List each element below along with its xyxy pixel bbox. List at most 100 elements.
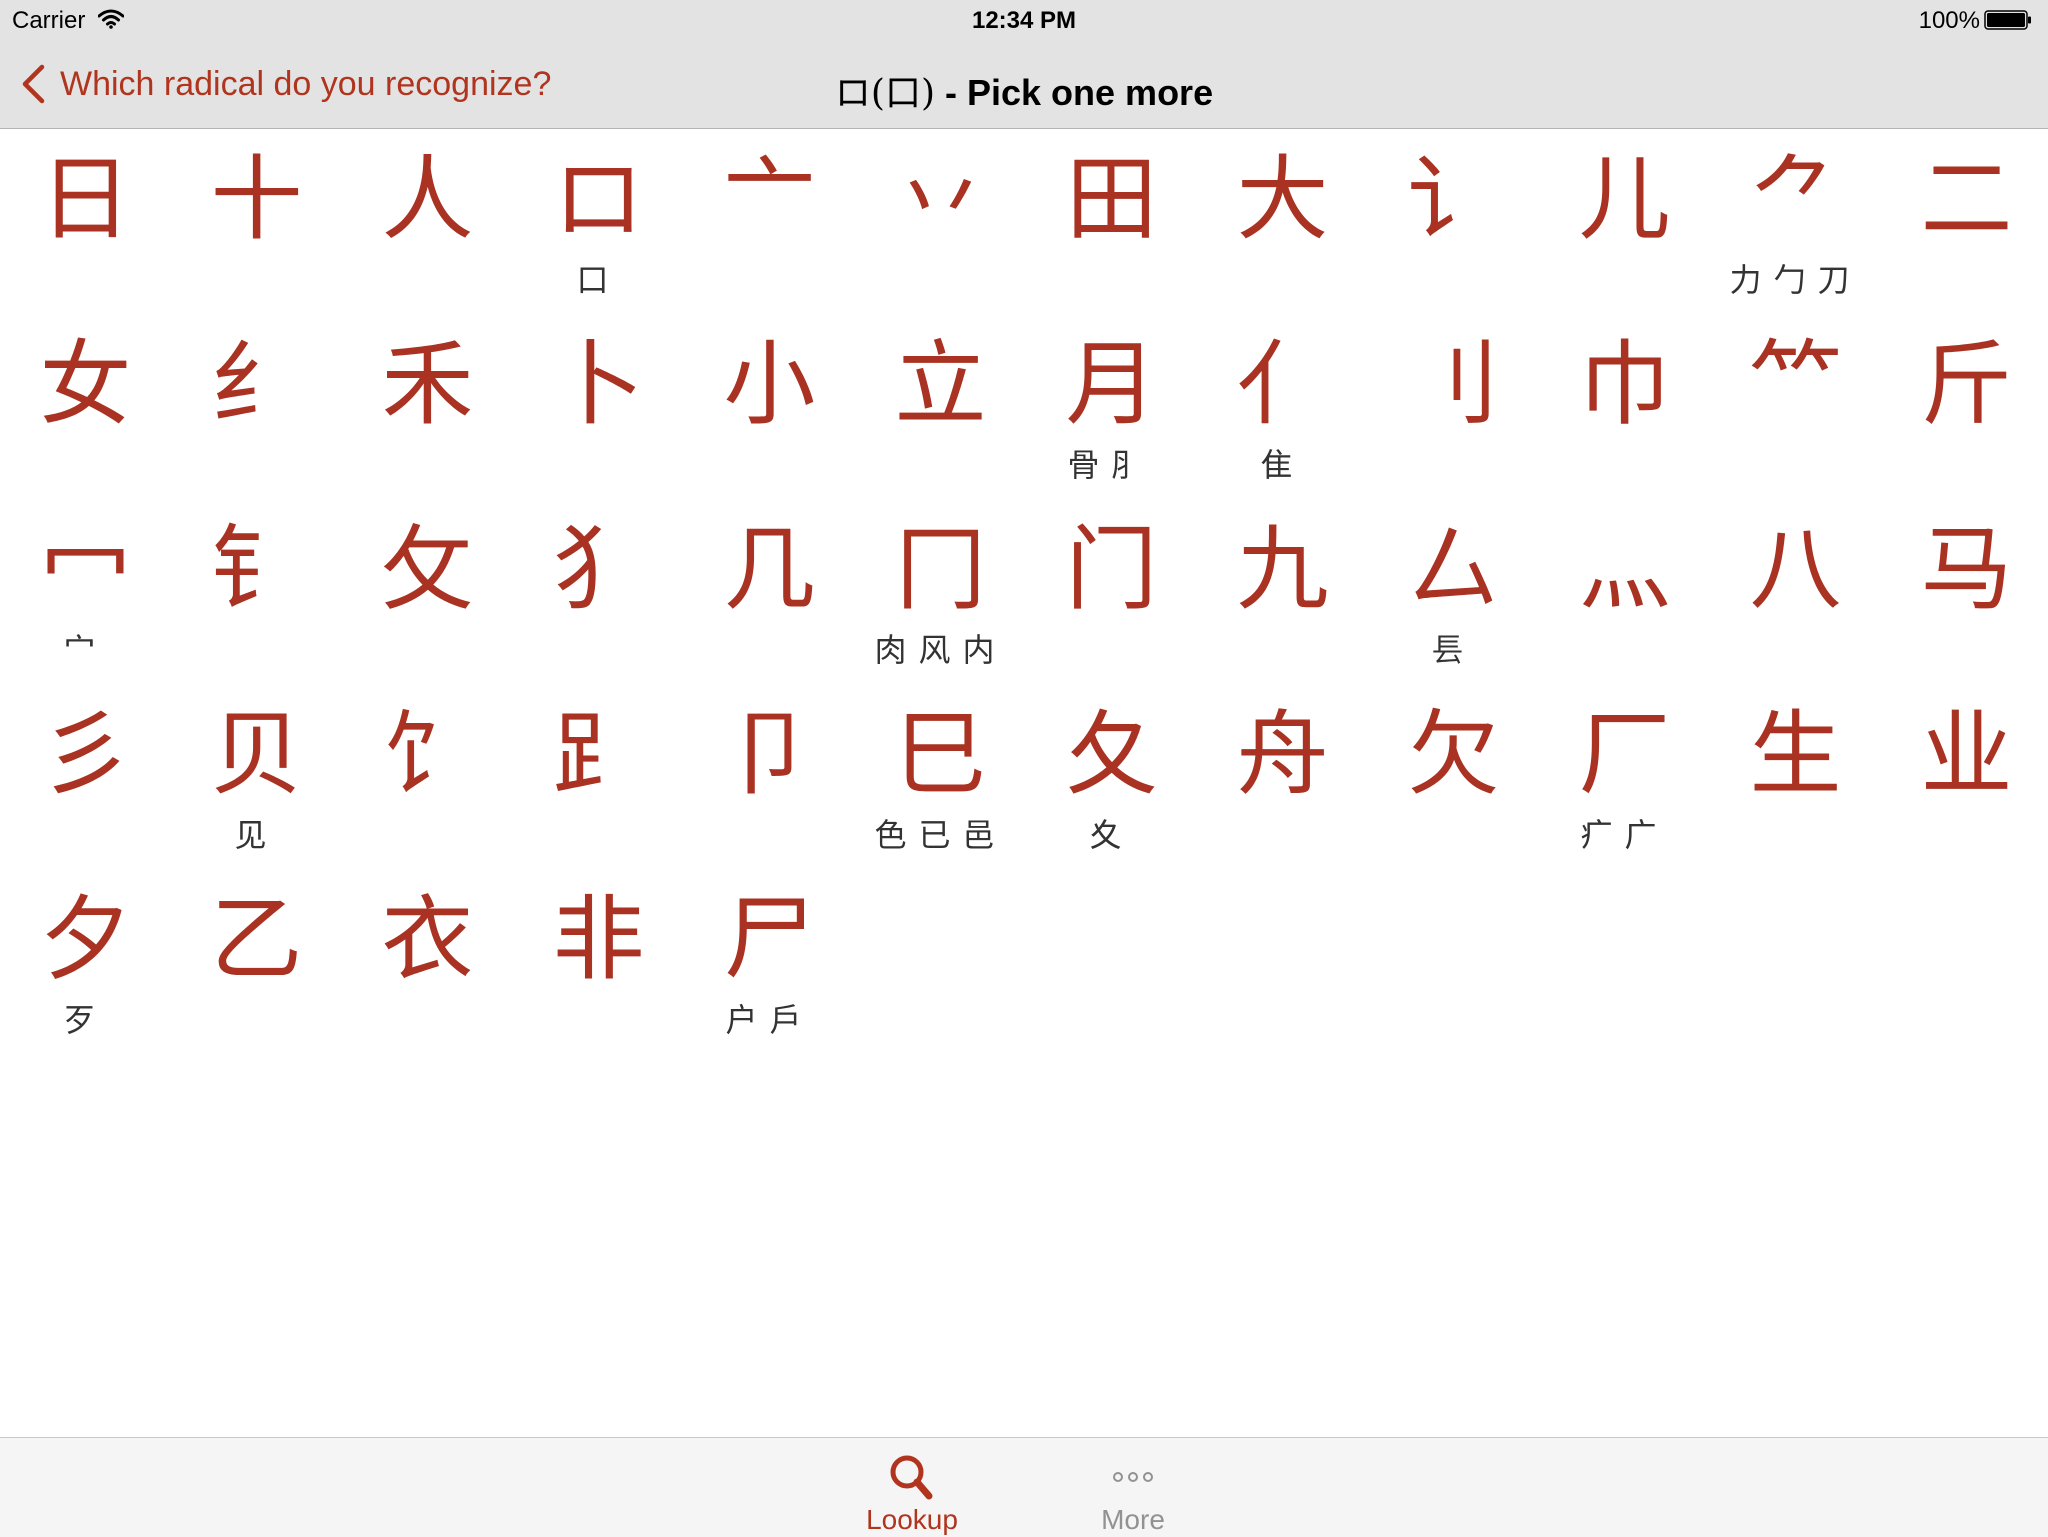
radical-variants — [1197, 260, 1368, 300]
radical-cell[interactable]: ⺮ — [1710, 327, 1881, 512]
radical-variants: 肉风内 — [874, 631, 1007, 669]
radical-character: 丷 — [894, 146, 987, 253]
radical-cell[interactable]: 乙 — [171, 882, 342, 1067]
radical-character: 刂 — [1407, 331, 1500, 438]
radical-cell[interactable]: 刂 — [1368, 327, 1539, 512]
radical-cell[interactable]: 几 — [684, 512, 855, 697]
radical-cell[interactable]: 小 — [684, 327, 855, 512]
radical-cell[interactable]: 田 — [1026, 142, 1197, 327]
radical-character: 田 — [1065, 146, 1158, 253]
radical-cell[interactable]: 纟 — [171, 327, 342, 512]
radical-cell[interactable]: 冂肉风内 — [855, 512, 1026, 697]
radical-variants — [513, 815, 684, 855]
radical-cell[interactable]: 禾 — [342, 327, 513, 512]
radical-cell[interactable]: 厂疒广 — [1539, 697, 1710, 882]
radical-cell[interactable]: 大 — [1197, 142, 1368, 327]
tab-more-label: More — [1101, 1504, 1165, 1535]
radical-cell[interactable]: 饣 — [342, 697, 513, 882]
radical-variants — [0, 260, 171, 300]
radical-cell[interactable]: 冖宀 — [0, 512, 171, 697]
tab-more[interactable]: More — [1058, 1438, 1208, 1537]
radical-cell[interactable]: 斤 — [1881, 327, 2048, 512]
radical-cell[interactable]: 犭 — [513, 512, 684, 697]
radical-cell[interactable]: 月骨⺼ — [1026, 327, 1197, 512]
radical-variants — [684, 815, 855, 855]
tab-bar: Lookup More — [0, 1437, 2048, 1537]
radical-cell[interactable]: 卜 — [513, 327, 684, 512]
radical-cell[interactable]: 厶镸 — [1368, 512, 1539, 697]
radical-cell[interactable]: 巾 — [1539, 327, 1710, 512]
radical-cell[interactable]: 生 — [1710, 697, 1881, 882]
radical-cell[interactable]: 立 — [855, 327, 1026, 512]
radical-cell[interactable]: 丷 — [855, 142, 1026, 327]
radical-variants: 镸 — [1431, 631, 1476, 669]
status-time: 12:34 PM — [971, 7, 1077, 34]
radical-character: 灬 — [1578, 516, 1671, 623]
radical-cell[interactable]: 夂夊 — [1026, 697, 1197, 882]
page-title-radical: ロ(口) — [834, 73, 935, 114]
radical-cell[interactable]: 尸户戶 — [684, 882, 855, 1067]
radical-cell[interactable]: 彡 — [0, 697, 171, 882]
radical-character: 非 — [552, 886, 645, 993]
radical-variants — [1881, 815, 2048, 855]
radical-variants — [1539, 630, 1710, 670]
radical-cell[interactable]: 非 — [513, 882, 684, 1067]
radical-cell[interactable]: 儿 — [1539, 142, 1710, 327]
tab-lookup[interactable]: Lookup — [837, 1438, 987, 1537]
radical-character: 小 — [723, 331, 816, 438]
radical-character: 彡 — [39, 701, 132, 808]
radical-cell[interactable]: 钅 — [171, 512, 342, 697]
radical-cell[interactable]: 亠 — [684, 142, 855, 327]
radical-character: 八 — [1749, 516, 1842, 623]
radical-variants — [1710, 815, 1881, 855]
radical-cell[interactable]: 马 — [1881, 512, 2048, 697]
radical-cell[interactable]: 欠 — [1368, 697, 1539, 882]
radical-character: 乙 — [210, 886, 303, 993]
radical-character: 大 — [1236, 146, 1329, 253]
radical-cell[interactable]: 八 — [1710, 512, 1881, 697]
radical-cell[interactable]: 女 — [0, 327, 171, 512]
radical-cell[interactable]: ⻊ — [513, 697, 684, 882]
radical-cell[interactable]: 卩 — [684, 697, 855, 882]
radical-variants — [1368, 445, 1539, 485]
radical-character: 夕 — [39, 886, 132, 993]
radical-character: ⺈ — [1749, 146, 1842, 253]
radical-cell[interactable]: 衣 — [342, 882, 513, 1067]
radical-character: ⺮ — [1749, 331, 1842, 438]
radical-character: 攵 — [381, 516, 474, 623]
radical-cell[interactable]: ロ口 — [513, 142, 684, 327]
radical-character: 马 — [1920, 516, 2013, 623]
radical-cell[interactable]: 讠 — [1368, 142, 1539, 327]
radical-variants — [1197, 630, 1368, 670]
radical-cell[interactable]: 灬 — [1539, 512, 1710, 697]
radical-character: 巳 — [894, 701, 987, 808]
radical-character: 冖 — [39, 516, 132, 623]
radical-cell[interactable]: 舟 — [1197, 697, 1368, 882]
radical-cell[interactable]: 业 — [1881, 697, 2048, 882]
radical-cell[interactable]: 十 — [171, 142, 342, 327]
radical-character: 月 — [1065, 331, 1158, 438]
radical-grid: 日十人ロ口亠丷田大讠儿⺈力勹刀二女纟禾卜小立月骨⺼亻隹刂巾⺮斤冖宀钅攵犭几冂肉风… — [0, 142, 2048, 1062]
radical-cell[interactable]: ⺈力勹刀 — [1710, 142, 1881, 327]
radical-cell[interactable]: 巳色已邑 — [855, 697, 1026, 882]
radical-variants — [855, 260, 1026, 300]
radical-cell[interactable]: 九 — [1197, 512, 1368, 697]
radical-variants: 隹 — [1260, 446, 1305, 484]
radical-variants — [1881, 445, 2048, 485]
radical-character: 舟 — [1236, 701, 1329, 808]
radical-character: ロ — [552, 146, 645, 253]
radical-variants — [171, 445, 342, 485]
radical-variants: 户戶 — [725, 1001, 814, 1039]
radical-cell[interactable]: 攵 — [342, 512, 513, 697]
radical-cell[interactable]: 二 — [1881, 142, 2048, 327]
radical-character: 钅 — [210, 516, 303, 623]
radical-cell[interactable]: 夕歹 — [0, 882, 171, 1067]
radical-cell[interactable]: 亻隹 — [1197, 327, 1368, 512]
radical-cell[interactable]: 人 — [342, 142, 513, 327]
page-title: ロ(口) - Pick one more — [0, 64, 2048, 116]
radical-character: 儿 — [1578, 146, 1671, 253]
radical-cell[interactable]: 贝见 — [171, 697, 342, 882]
radical-cell[interactable]: 日 — [0, 142, 171, 327]
radical-character: 生 — [1749, 701, 1842, 808]
radical-cell[interactable]: 门 — [1026, 512, 1197, 697]
